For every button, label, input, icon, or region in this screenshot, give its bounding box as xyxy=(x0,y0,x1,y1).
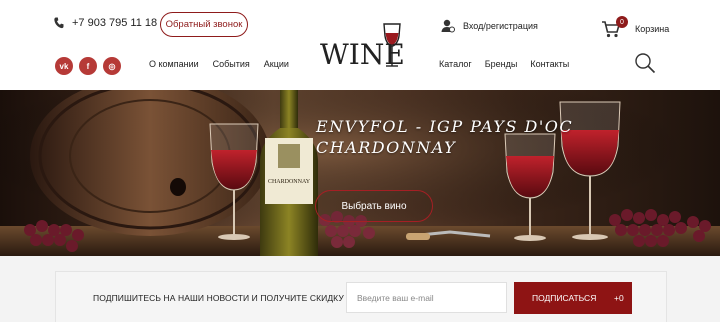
nav-left: О компании События Акции xyxy=(149,59,289,69)
hero-title: ENVYFOL - IGP PAYS D'OC CHARDONNAY xyxy=(316,116,576,158)
facebook-icon[interactable]: f xyxy=(79,57,97,75)
nav-right: Каталог Бренды Контакты xyxy=(439,59,569,69)
hero-title-line2: CHARDONNAY xyxy=(316,138,457,157)
callback-button[interactable]: Обратный звонок xyxy=(160,12,248,37)
site-header: +7 903 795 11 18 Обратный звонок vk f ◎ … xyxy=(0,0,720,90)
hero-banner: CHARDONNAY ENVYFOL - IGP PAYS D'OC CHARD… xyxy=(0,90,720,256)
page: +7 903 795 11 18 Обратный звонок vk f ◎ … xyxy=(0,0,720,322)
phone-icon xyxy=(54,17,64,29)
subscribe-button-label: ПОДПИСАТЬСЯ xyxy=(532,293,597,303)
nav-item-events[interactable]: События xyxy=(213,59,250,69)
choose-wine-button[interactable]: Выбрать вино xyxy=(315,190,433,222)
logo[interactable]: WINE xyxy=(318,22,405,72)
email-input[interactable] xyxy=(346,282,507,313)
bottle-label-text: CHARDONNAY xyxy=(268,179,311,185)
subscribe-button-extra: +0 xyxy=(614,293,624,303)
hero-title-line1: ENVYFOL - IGP PAYS D'OC xyxy=(316,117,574,136)
search-icon[interactable] xyxy=(634,52,656,74)
hero-image: CHARDONNAY xyxy=(0,90,720,256)
nav-item-contacts[interactable]: Контакты xyxy=(530,59,569,69)
nav-item-brands[interactable]: Бренды xyxy=(485,59,518,69)
phone-number[interactable]: +7 903 795 11 18 xyxy=(72,17,157,29)
vk-icon[interactable]: vk xyxy=(55,57,73,75)
instagram-icon[interactable]: ◎ xyxy=(103,57,121,75)
newsletter-text: ПОДПИШИТЕСЬ НА НАШИ НОВОСТИ И ПОЛУЧИТЕ С… xyxy=(93,293,364,303)
cart-label: Корзина xyxy=(635,24,670,34)
cart-icon-wrap: 0 xyxy=(601,16,628,39)
nav-item-promotions[interactable]: Акции xyxy=(264,59,289,69)
nav-item-about[interactable]: О компании xyxy=(149,59,199,69)
social-links: vk f ◎ xyxy=(55,57,121,75)
cart-link[interactable]: 0 Корзина xyxy=(601,16,670,39)
login-label: Вход/регистрация xyxy=(463,21,538,31)
user-icon xyxy=(441,19,455,33)
logo-graphic: WINE xyxy=(320,23,405,71)
login-link[interactable]: Вход/регистрация xyxy=(441,19,538,33)
cart-count-badge: 0 xyxy=(616,16,628,28)
phone-block[interactable]: +7 903 795 11 18 xyxy=(54,17,157,29)
subscribe-button[interactable]: ПОДПИСАТЬСЯ +0 xyxy=(514,282,632,314)
nav-item-catalog[interactable]: Каталог xyxy=(439,59,472,69)
